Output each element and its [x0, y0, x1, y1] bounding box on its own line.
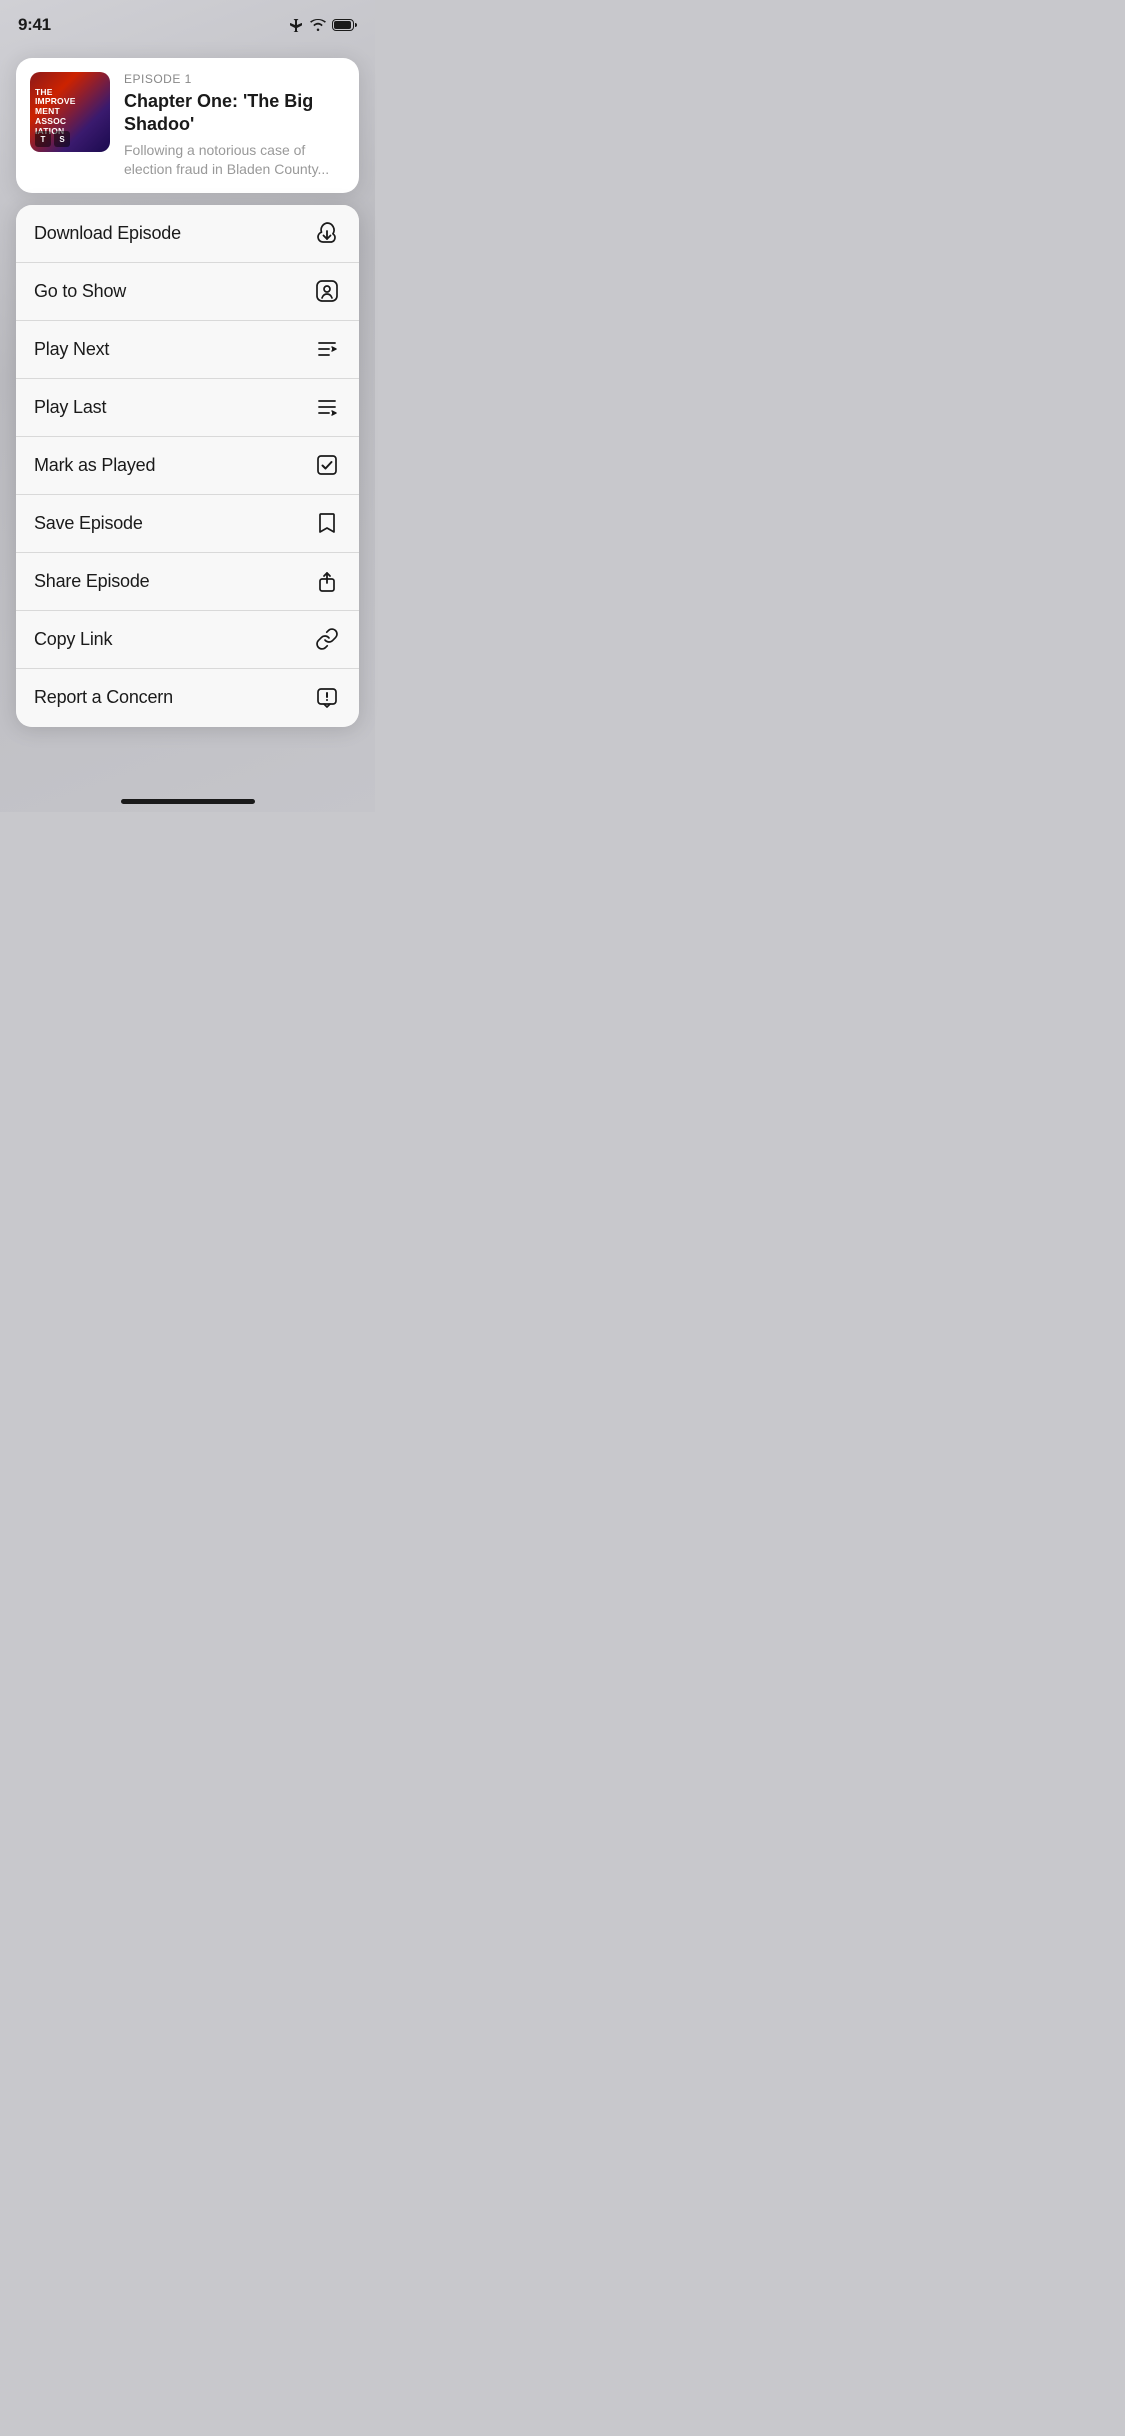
- status-bar: 9:41: [0, 0, 375, 44]
- bookmark-icon: [313, 509, 341, 537]
- download-icon: [313, 219, 341, 247]
- menu-item-report-concern-label: Report a Concern: [34, 687, 173, 708]
- episode-description: Following a notorious case of election f…: [124, 141, 345, 179]
- link-icon: [313, 625, 341, 653]
- menu-item-share-episode-label: Share Episode: [34, 571, 149, 592]
- share-icon: [313, 567, 341, 595]
- menu-item-copy-link-label: Copy Link: [34, 629, 112, 650]
- episode-info: EPISODE 1 Chapter One: 'The Big Shadoo' …: [124, 72, 345, 179]
- menu-item-report-concern[interactable]: Report a Concern: [16, 669, 359, 727]
- artwork-logo-serial: S: [54, 131, 70, 147]
- menu-item-copy-link[interactable]: Copy Link: [16, 611, 359, 669]
- status-icons: [288, 17, 357, 33]
- artwork-logo-nyt: T: [35, 131, 51, 147]
- airplane-icon: [288, 17, 304, 33]
- menu-item-mark-played-label: Mark as Played: [34, 455, 155, 476]
- menu-item-save-episode[interactable]: Save Episode: [16, 495, 359, 553]
- menu-item-save-episode-label: Save Episode: [34, 513, 143, 534]
- menu-item-play-next-label: Play Next: [34, 339, 109, 360]
- play-next-icon: [313, 335, 341, 363]
- menu-item-goto-show[interactable]: Go to Show: [16, 263, 359, 321]
- podcast-icon: [313, 277, 341, 305]
- status-time: 9:41: [18, 15, 51, 35]
- battery-icon: [332, 19, 357, 31]
- menu-item-play-last[interactable]: Play Last: [16, 379, 359, 437]
- menu-item-download[interactable]: Download Episode: [16, 205, 359, 263]
- wifi-icon: [310, 19, 326, 31]
- artwork-logos: T S: [35, 131, 70, 147]
- play-last-icon: [313, 393, 341, 421]
- menu-item-mark-played[interactable]: Mark as Played: [16, 437, 359, 495]
- context-menu: Download Episode Go to Show Play Next: [16, 205, 359, 727]
- checkmark-square-icon: [313, 451, 341, 479]
- episode-title: Chapter One: 'The Big Shadoo': [124, 90, 345, 135]
- report-icon: [313, 684, 341, 712]
- menu-item-goto-show-label: Go to Show: [34, 281, 126, 302]
- episode-card[interactable]: THE IMPROVE MENT ASSOC IATION T S EPISOD…: [16, 58, 359, 193]
- menu-item-play-last-label: Play Last: [34, 397, 106, 418]
- menu-item-download-label: Download Episode: [34, 223, 181, 244]
- home-indicator: [121, 799, 255, 804]
- menu-item-share-episode[interactable]: Share Episode: [16, 553, 359, 611]
- episode-artwork: THE IMPROVE MENT ASSOC IATION T S: [30, 72, 110, 152]
- episode-label: EPISODE 1: [124, 72, 345, 86]
- menu-item-play-next[interactable]: Play Next: [16, 321, 359, 379]
